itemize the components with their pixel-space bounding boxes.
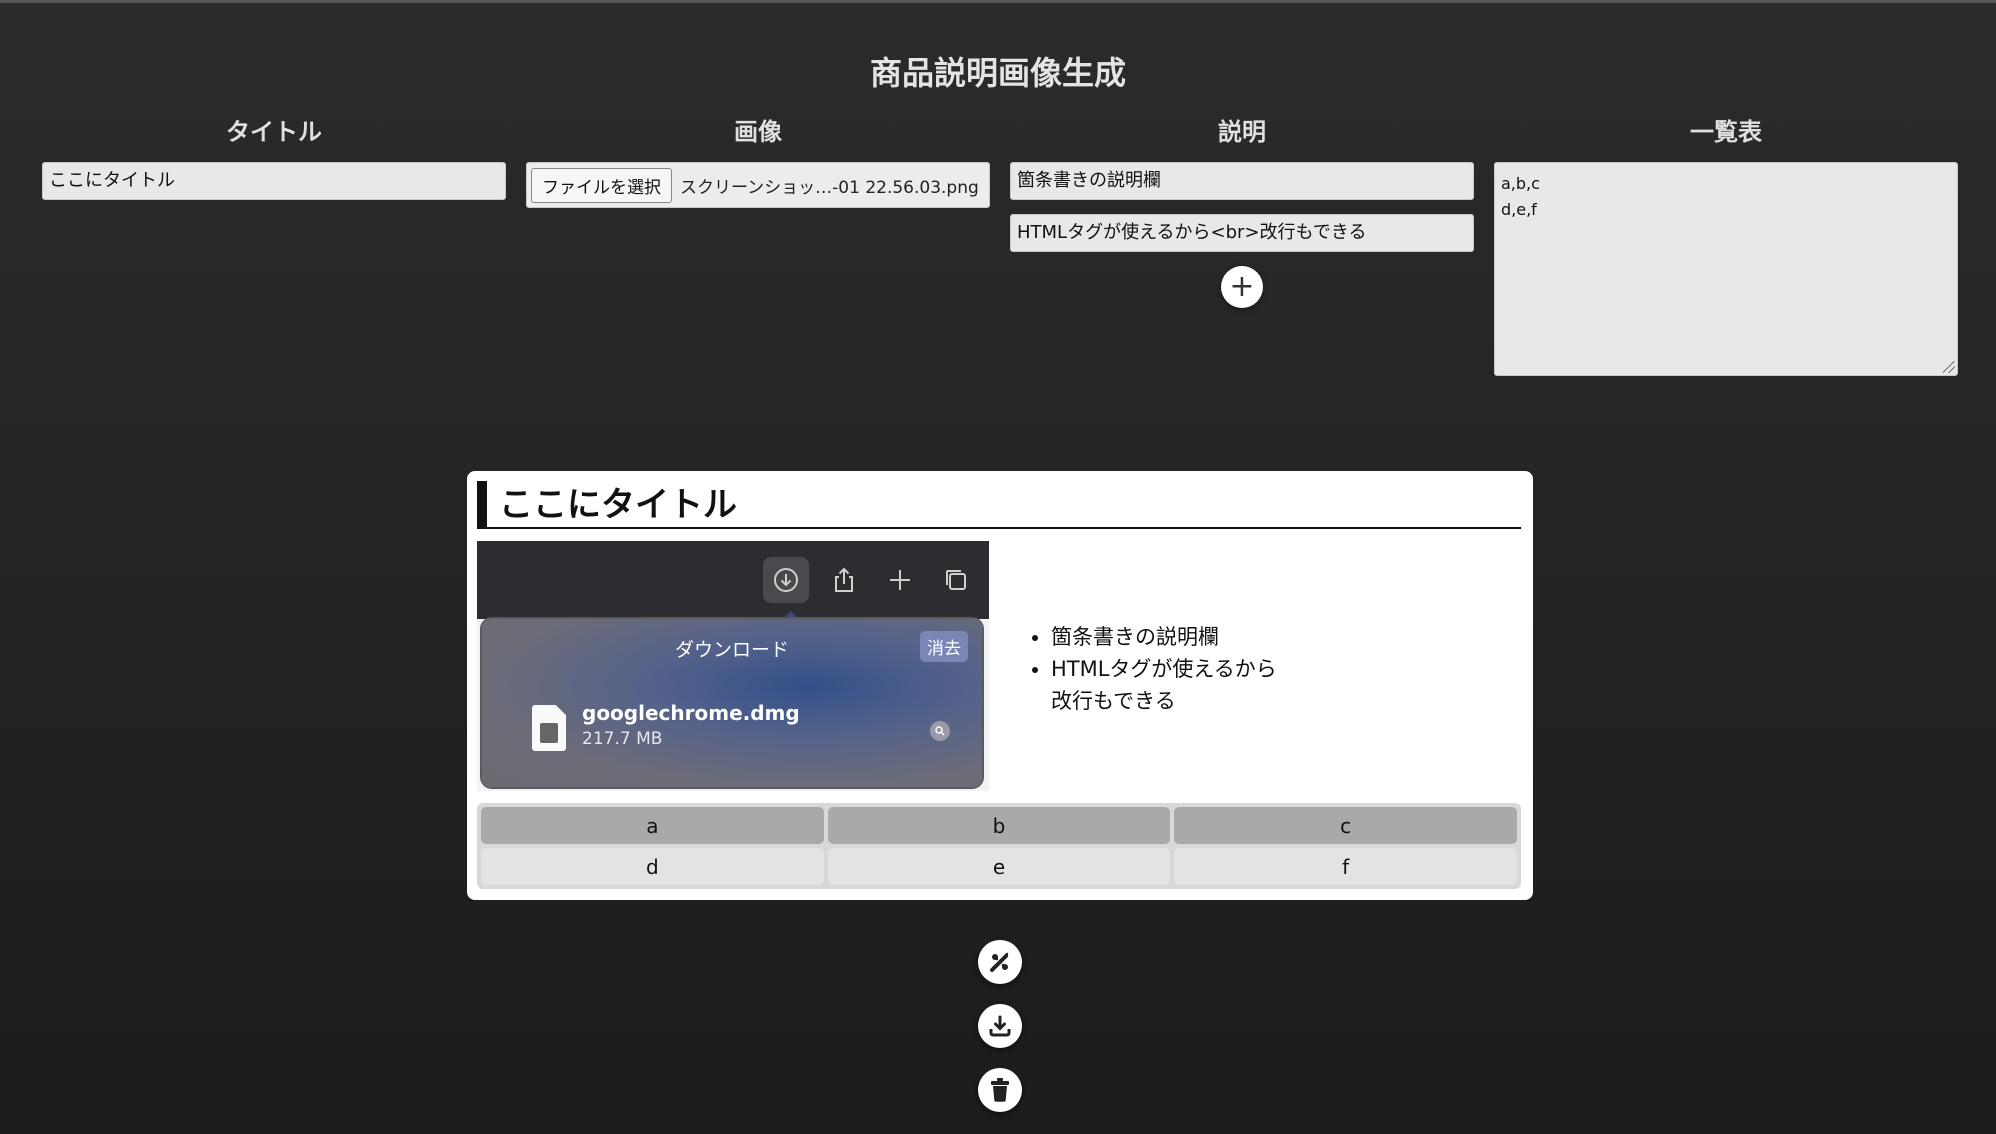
- description-bullets: 箇条書きの説明欄 HTMLタグが使えるから改行もできる: [1027, 621, 1311, 717]
- download-panel: ダウンロード 消去 googlechrome.dmg 217.7 MB: [482, 619, 982, 787]
- title-column: タイトル ここにタイトル: [42, 112, 506, 200]
- description-heading: 説明: [1218, 118, 1266, 146]
- preview-title: ここにタイトル: [477, 481, 1521, 529]
- table-cell: f: [1174, 848, 1517, 885]
- add-description-button[interactable]: +: [1221, 266, 1263, 308]
- preview-image: ダウンロード 消去 googlechrome.dmg 217.7 MB: [477, 541, 989, 791]
- download-file-size: 217.7 MB: [582, 729, 663, 749]
- list-heading: 一覧表: [1690, 118, 1762, 146]
- plus-icon: +: [1229, 269, 1255, 304]
- dmg-file-icon: [532, 705, 566, 751]
- table-cell: e: [827, 848, 1171, 885]
- app-title: 商品説明画像生成: [869, 54, 1126, 92]
- list-column: 一覧表 a,b,c d,e,f: [1494, 112, 1958, 376]
- generate-button[interactable]: [978, 940, 1022, 984]
- image-heading: 画像: [734, 118, 782, 146]
- list-item: 箇条書きの説明欄: [1051, 621, 1311, 653]
- list-line: a,b,c: [1501, 174, 1540, 193]
- description-input-2[interactable]: HTMLタグが使えるから<br>改行もできる: [1010, 214, 1474, 252]
- delete-button[interactable]: [978, 1068, 1022, 1112]
- magic-wand-icon: [990, 952, 1009, 972]
- preview-table: a b c d e f: [477, 803, 1521, 889]
- image-column: 画像 ファイルを選択 スクリーンショッ…-01 22.56.03.png: [526, 112, 990, 208]
- magnifier-icon: [930, 721, 950, 741]
- plus-icon: [877, 557, 923, 603]
- description-column: 説明 箇条書きの説明欄 HTMLタグが使えるから<br>改行もできる +: [1010, 112, 1474, 308]
- selected-file-name: スクリーンショッ…-01 22.56.03.png: [680, 177, 979, 198]
- download-button[interactable]: [978, 1004, 1022, 1048]
- table-header-cell: c: [1174, 807, 1517, 844]
- download-icon: [989, 1015, 1011, 1037]
- bullet-line: 改行もできる: [1051, 689, 1176, 713]
- list-line: d,e,f: [1501, 200, 1537, 219]
- tabs-icon: [933, 557, 979, 603]
- title-input[interactable]: ここにタイトル: [42, 162, 506, 200]
- list-textarea[interactable]: a,b,c d,e,f: [1494, 162, 1958, 376]
- table-header-cell: a: [481, 807, 824, 844]
- download-file-name: googlechrome.dmg: [582, 701, 800, 725]
- table-header-cell: b: [827, 807, 1171, 844]
- image-file-input[interactable]: ファイルを選択 スクリーンショッ…-01 22.56.03.png: [526, 162, 990, 208]
- browser-toolbar: [477, 541, 989, 619]
- bullet-line: HTMLタグが使えるから: [1051, 657, 1277, 681]
- download-panel-title: ダウンロード: [674, 639, 789, 661]
- share-icon: [821, 557, 867, 603]
- title-heading: タイトル: [226, 118, 322, 146]
- choose-file-button[interactable]: ファイルを選択: [531, 167, 672, 203]
- trash-icon: [991, 1078, 1009, 1102]
- download-icon: [763, 557, 809, 603]
- description-input-1[interactable]: 箇条書きの説明欄: [1010, 162, 1474, 200]
- list-item: HTMLタグが使えるから改行もできる: [1051, 653, 1311, 717]
- table-cell: d: [481, 848, 824, 885]
- clear-label: 消去: [920, 631, 968, 662]
- preview-card: ここにタイトル ダウンロード 消去 googlechrome.dmg 217.7…: [467, 471, 1533, 900]
- resize-grip[interactable]: [1943, 361, 1955, 373]
- top-border: [0, 0, 1996, 3]
